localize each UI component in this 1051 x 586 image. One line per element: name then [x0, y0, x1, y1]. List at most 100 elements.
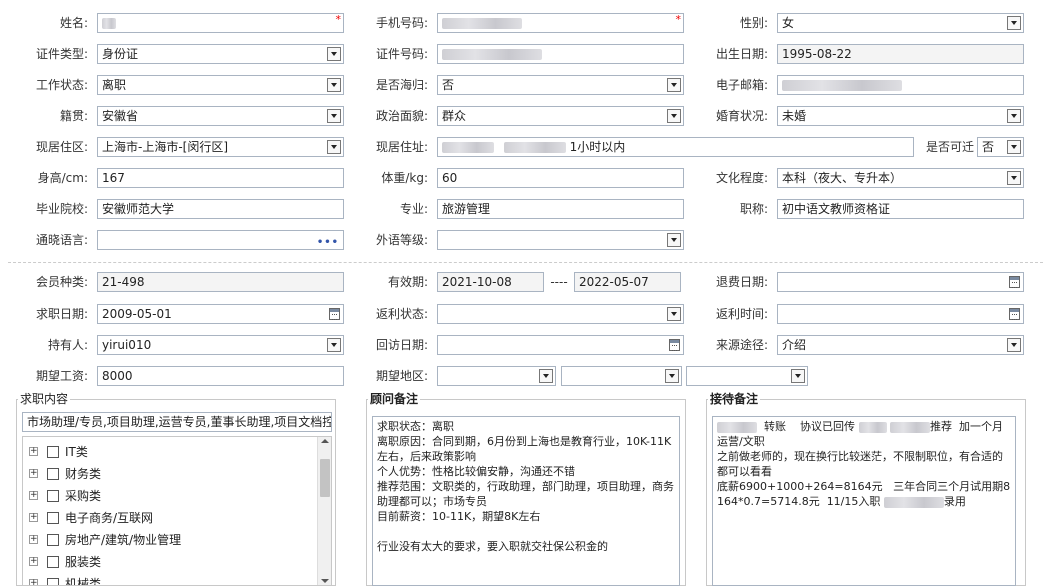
political-select[interactable]: 群众 — [437, 106, 684, 126]
tree-scrollbar[interactable] — [317, 437, 331, 585]
chevron-down-icon[interactable] — [327, 78, 341, 92]
relocate-select[interactable]: 否 — [977, 137, 1024, 157]
scroll-up-icon[interactable] — [321, 439, 329, 443]
note-line: 个人优势：性格比较偏安静，沟通还不错 — [377, 465, 575, 478]
chevron-down-icon[interactable] — [1007, 140, 1021, 154]
region-city-select[interactable] — [561, 366, 682, 386]
salary-label: 期望工资: — [35, 369, 88, 383]
expand-icon[interactable]: + — [29, 447, 38, 456]
chevron-down-icon[interactable] — [791, 369, 805, 383]
source-select[interactable]: 介绍 — [777, 335, 1024, 355]
id-no-label: 证件号码: — [375, 47, 428, 61]
checkbox[interactable] — [47, 534, 59, 546]
chevron-down-icon[interactable] — [1007, 171, 1021, 185]
chevron-down-icon[interactable] — [667, 78, 681, 92]
chevron-down-icon[interactable] — [327, 338, 341, 352]
chevron-down-icon[interactable] — [665, 369, 679, 383]
checkbox[interactable] — [47, 512, 59, 524]
expand-icon[interactable]: + — [29, 557, 38, 566]
job-date-label: 求职日期: — [35, 307, 88, 321]
title-label: 职称: — [739, 202, 768, 216]
name-field[interactable]: * — [97, 13, 344, 33]
email-field[interactable] — [777, 75, 1024, 95]
scroll-thumb[interactable] — [320, 459, 330, 497]
native-value: 安徽省 — [102, 109, 139, 123]
address-field[interactable]: 1小时以内 — [437, 137, 914, 157]
checkbox[interactable] — [47, 490, 59, 502]
holder-select[interactable]: yirui010 — [97, 335, 344, 355]
chevron-down-icon[interactable] — [327, 140, 341, 154]
region-district-select[interactable] — [686, 366, 808, 386]
more-icon[interactable]: ••• — [317, 234, 339, 249]
chevron-down-icon[interactable] — [327, 109, 341, 123]
chevron-down-icon[interactable] — [667, 109, 681, 123]
rebate-time-field[interactable] — [777, 304, 1024, 324]
salary-field[interactable]: 8000 — [97, 366, 344, 386]
member-type-label: 会员种类: — [35, 275, 88, 289]
major-field[interactable]: 旅游管理 — [437, 199, 684, 219]
refund-date-field[interactable] — [777, 272, 1024, 292]
chevron-down-icon[interactable] — [1007, 16, 1021, 30]
overseas-select[interactable]: 否 — [437, 75, 684, 95]
reception-notes-textarea[interactable]: 转账 协议已回传 推荐 加一个月 运营/文职 之前做老师的，现在换行比较迷茫，不… — [712, 416, 1016, 586]
valid-from-field[interactable]: 2021-10-08 — [437, 272, 544, 292]
expand-icon[interactable]: + — [29, 491, 38, 500]
expand-icon[interactable]: + — [29, 535, 38, 544]
checkbox[interactable] — [47, 446, 59, 458]
school-field[interactable]: 安徽师范大学 — [97, 199, 344, 219]
education-select[interactable]: 本科（夜大、专升本） — [777, 168, 1024, 188]
work-status-select[interactable]: 离职 — [97, 75, 344, 95]
education-value: 本科（夜大、专升本） — [782, 171, 903, 185]
weight-field[interactable]: 60 — [437, 168, 684, 188]
expand-icon[interactable]: + — [29, 469, 38, 478]
member-type-field[interactable]: 21-498 — [97, 272, 344, 292]
chevron-down-icon[interactable] — [1007, 338, 1021, 352]
marital-label: 婚育状况: — [715, 109, 768, 123]
calendar-icon[interactable] — [1009, 308, 1020, 320]
id-no-field[interactable] — [437, 44, 684, 64]
redacted-name — [102, 18, 116, 29]
gender-select[interactable]: 女 — [777, 13, 1024, 33]
redacted-email — [782, 80, 902, 91]
chevron-down-icon[interactable] — [539, 369, 553, 383]
height-label: 身高/cm: — [37, 171, 88, 185]
native-select[interactable]: 安徽省 — [97, 106, 344, 126]
source-value: 介绍 — [782, 338, 807, 352]
calendar-icon[interactable] — [329, 308, 340, 320]
valid-to-field[interactable]: 2022-05-07 — [574, 272, 681, 292]
marital-select[interactable]: 未婚 — [777, 106, 1024, 126]
rebate-status-select[interactable] — [437, 304, 684, 324]
foreign-select[interactable] — [437, 230, 684, 250]
height-field[interactable]: 167 — [97, 168, 344, 188]
phone-field[interactable]: * — [437, 13, 684, 33]
reception-text: 录用 — [943, 495, 966, 508]
advisor-notes-textarea[interactable]: 求职状态：离职 离职原因：合同到期，6月份到上海也是教育行业，10K-11K左右… — [372, 416, 680, 586]
title-field[interactable]: 初中语文教师资格证 — [777, 199, 1024, 219]
expand-icon[interactable]: + — [29, 579, 38, 585]
scroll-down-icon[interactable] — [321, 579, 329, 583]
chevron-down-icon[interactable] — [327, 47, 341, 61]
job-date-field[interactable]: 2009-05-01 — [97, 304, 344, 324]
visit-date-field[interactable] — [437, 335, 684, 355]
chevron-down-icon[interactable] — [1007, 109, 1021, 123]
id-type-label: 证件类型: — [35, 47, 88, 61]
redacted-address — [442, 142, 494, 153]
region-province-select[interactable] — [437, 366, 556, 386]
major-label: 专业: — [399, 202, 428, 216]
redacted-address — [503, 142, 566, 153]
calendar-icon[interactable] — [669, 339, 680, 351]
weight-label: 体重/kg: — [381, 171, 428, 185]
calendar-icon[interactable] — [1009, 276, 1020, 288]
political-label: 政治面貌: — [375, 109, 428, 123]
chevron-down-icon[interactable] — [667, 233, 681, 247]
expand-icon[interactable]: + — [29, 513, 38, 522]
area-select[interactable]: 上海市-上海市-[闵行区] — [97, 137, 344, 157]
checkbox[interactable] — [47, 578, 59, 585]
job-content-summary[interactable]: 市场助理/专员,项目助理,运营专员,董事长助理,项目文档控 — [22, 412, 332, 432]
language-picker[interactable]: ••• — [97, 230, 344, 250]
birth-field[interactable]: 1995-08-22 — [777, 44, 1024, 64]
checkbox[interactable] — [47, 468, 59, 480]
id-type-select[interactable]: 身份证 — [97, 44, 344, 64]
chevron-down-icon[interactable] — [667, 307, 681, 321]
checkbox[interactable] — [47, 556, 59, 568]
